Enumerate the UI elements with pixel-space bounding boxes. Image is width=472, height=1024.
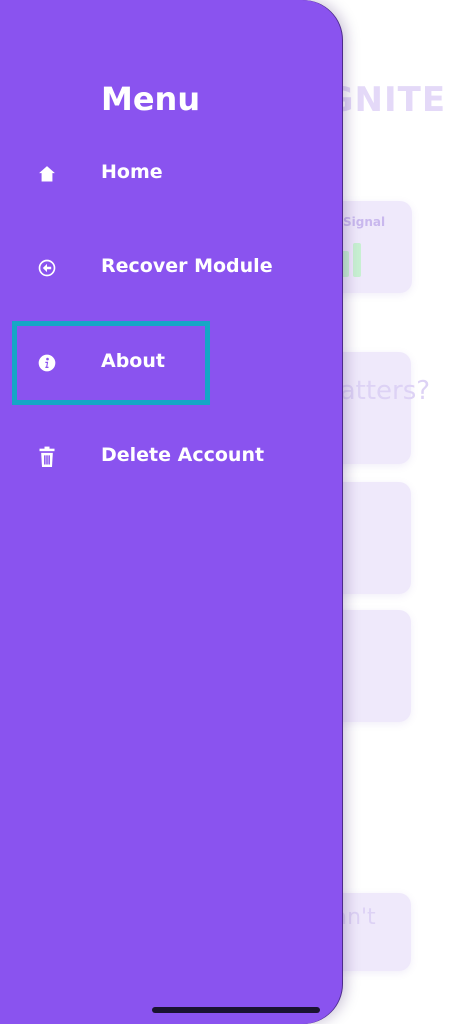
menu-item-home[interactable]: Home bbox=[0, 144, 342, 204]
signal-bar bbox=[341, 251, 349, 277]
trash-icon bbox=[35, 445, 59, 469]
menu-item-label: Home bbox=[101, 161, 163, 183]
signal-label: Signal bbox=[343, 215, 386, 229]
menu-item-recover-module[interactable]: Recover Module bbox=[0, 238, 342, 298]
drawer-title: Menu bbox=[101, 80, 201, 118]
home-indicator[interactable] bbox=[152, 1007, 320, 1013]
signal-bar bbox=[353, 243, 361, 277]
menu-item-label: Delete Account bbox=[101, 444, 265, 466]
navigation-drawer: Menu Home Recover Module About Delete Ac… bbox=[0, 0, 342, 1024]
menu-item-label: Recover Module bbox=[101, 255, 273, 277]
home-icon bbox=[35, 162, 59, 186]
menu-item-delete-account[interactable]: Delete Account bbox=[0, 427, 342, 487]
highlight-box bbox=[12, 321, 210, 405]
recover-icon bbox=[35, 256, 59, 280]
